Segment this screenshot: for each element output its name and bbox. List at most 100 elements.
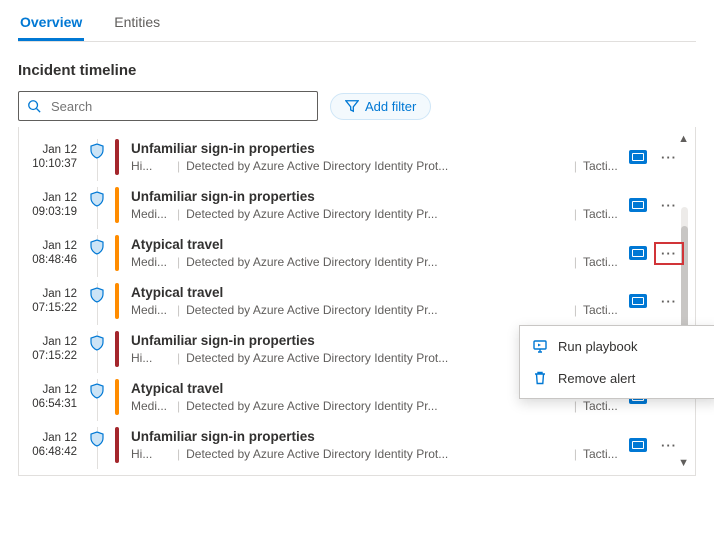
alert-title: Unfamiliar sign-in properties [131, 141, 623, 156]
alert-type-icon-col [85, 187, 109, 223]
detected-by: Detected by Azure Active Directory Ident… [186, 399, 568, 413]
filter-icon [345, 99, 359, 113]
alert-body: Unfamiliar sign-in propertiesHi...|Detec… [125, 139, 623, 175]
timeline-rows: Jan 1210:10:37Unfamiliar sign-in propert… [19, 133, 689, 469]
timestamp-date: Jan 12 [19, 431, 77, 445]
alert-title: Unfamiliar sign-in properties [131, 189, 623, 204]
alert-title: Unfamiliar sign-in properties [131, 429, 623, 444]
severity-bar [115, 379, 119, 415]
severity-label: Medi... [131, 303, 171, 317]
alert-meta: Medi...|Detected by Azure Active Directo… [131, 303, 623, 317]
timestamp-date: Jan 12 [19, 383, 77, 397]
severity-label: Medi... [131, 399, 171, 413]
trash-icon [532, 370, 548, 386]
alert-meta: Medi...|Detected by Azure Active Directo… [131, 207, 623, 221]
workspace-icon [629, 246, 647, 260]
tactics-label: Tacti... [583, 303, 623, 317]
severity-label: Hi... [131, 159, 171, 173]
severity-bar [115, 331, 119, 367]
workspace-icon [629, 294, 647, 308]
tactics-label: Tacti... [583, 159, 623, 173]
workspace-icon [629, 438, 647, 452]
more-actions-button[interactable]: ··· [657, 437, 681, 454]
timestamp-date: Jan 12 [19, 191, 77, 205]
timeline-row[interactable]: Jan 1209:03:19 Unfamiliar sign-in propert… [19, 181, 689, 229]
timestamp-time: 06:54:31 [19, 397, 77, 411]
alert-type-icon-col [85, 235, 109, 271]
shield-icon [89, 287, 105, 303]
tactics-label: Tacti... [583, 255, 623, 269]
menu-run-playbook-label: Run playbook [558, 339, 638, 354]
timestamp-time: 10:10:37 [19, 157, 77, 171]
search-icon [27, 99, 41, 113]
severity-bar [115, 283, 119, 319]
alert-body: Atypical travelMedi...|Detected by Azure… [125, 283, 623, 319]
alert-body: Atypical travel Medi...|Detected by Azure… [125, 235, 623, 271]
playbook-icon [532, 338, 548, 354]
more-actions-button[interactable]: ··· [657, 149, 681, 166]
timeline-row[interactable]: Jan 1206:48:42Unfamiliar sign-in propert… [19, 421, 689, 469]
menu-run-playbook[interactable]: Run playbook [520, 330, 714, 362]
alert-body: Unfamiliar sign-in properties Hi...|Detec… [125, 427, 623, 463]
timestamp: Jan 1209:03:19 [19, 187, 79, 223]
alert-meta: Medi...|Detected by Azure Active Directo… [131, 399, 623, 413]
timestamp-time: 08:48:46 [19, 253, 77, 267]
row-actions: ··· [629, 235, 685, 271]
search-input[interactable] [49, 98, 309, 115]
alert-title: Atypical travel [131, 237, 623, 252]
menu-remove-alert[interactable]: Remove alert [520, 362, 714, 394]
row-actions: ··· [629, 427, 685, 463]
tactics-label: Tacti... [583, 399, 623, 413]
severity-bar [115, 187, 119, 223]
menu-remove-alert-label: Remove alert [558, 371, 635, 386]
timestamp-date: Jan 12 [19, 143, 77, 157]
shield-icon [89, 383, 105, 399]
detected-by: Detected by Azure Active Directory Ident… [186, 447, 568, 461]
context-menu: Run playbook Remove alert [519, 325, 714, 399]
shield-icon [89, 143, 105, 159]
shield-icon [89, 335, 105, 351]
tab-bar: Overview Entities [18, 0, 696, 42]
severity-label: Hi... [131, 447, 171, 461]
severity-label: Hi... [131, 351, 171, 365]
timeline-row[interactable]: Jan 1210:10:37 Unfamiliar sign-in propert… [19, 133, 689, 181]
tab-overview[interactable]: Overview [18, 8, 84, 41]
alert-type-icon-col [85, 331, 109, 367]
timestamp-date: Jan 12 [19, 335, 77, 349]
more-actions-button[interactable]: ··· [657, 293, 681, 310]
tab-entities[interactable]: Entities [112, 8, 162, 41]
more-actions-button[interactable]: ··· [657, 197, 681, 214]
detected-by: Detected by Azure Active Directory Ident… [186, 303, 568, 317]
alert-type-icon-col [85, 283, 109, 319]
timestamp-time: 07:15:22 [19, 301, 77, 315]
add-filter-button[interactable]: Add filter [330, 93, 431, 120]
alert-type-icon-col [85, 139, 109, 175]
timestamp: Jan 1207:15:22 [19, 283, 79, 319]
severity-label: Medi... [131, 207, 171, 221]
severity-bar [115, 235, 119, 271]
row-actions: ··· [629, 283, 685, 319]
timeline-row[interactable]: Jan 1207:15:22 Atypical travelMedi...|Det… [19, 277, 689, 325]
workspace-icon [629, 150, 647, 164]
row-actions: ··· [629, 187, 685, 223]
timestamp-date: Jan 12 [19, 239, 77, 253]
timestamp: Jan 1210:10:37 [19, 139, 79, 175]
add-filter-label: Add filter [365, 99, 416, 114]
search-box[interactable] [18, 91, 318, 121]
timeline-row[interactable]: Jan 1208:48:46 Atypical travel Medi...|Det… [19, 229, 689, 277]
shield-icon [89, 431, 105, 447]
timestamp-time: 09:03:19 [19, 205, 77, 219]
detected-by: Detected by Azure Active Directory Ident… [186, 255, 568, 269]
severity-bar [115, 427, 119, 463]
alert-meta: Medi...|Detected by Azure Active Directo… [131, 255, 623, 269]
timestamp: Jan 1208:48:46 [19, 235, 79, 271]
alert-type-icon-col [85, 427, 109, 463]
timestamp: Jan 1206:54:31 [19, 379, 79, 415]
tactics-label: Tacti... [583, 207, 623, 221]
timestamp-date: Jan 12 [19, 287, 77, 301]
row-actions: ··· [629, 139, 685, 175]
alert-meta: Hi...|Detected by Azure Active Directory… [131, 447, 623, 461]
more-actions-button[interactable]: ··· [657, 245, 681, 262]
timeline-panel: ▲ ▼ Jan 1210:10:37Unfamiliar sign-in pro… [18, 127, 696, 476]
timestamp-time: 07:15:22 [19, 349, 77, 363]
